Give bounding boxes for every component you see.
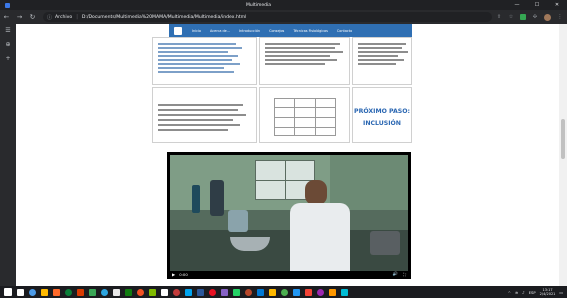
history-icon[interactable]: ⊕ [0, 38, 16, 52]
next-step-title: PRÓXIMO PASO: [354, 108, 410, 115]
address-bar[interactable]: ⓘ Archivo | D:/Documents/Multimedia%20MA… [43, 12, 492, 22]
video-player[interactable]: ▶ 0:00 🔊 ⛶ [167, 152, 411, 279]
taskbar-app-icon[interactable] [149, 288, 156, 296]
window-titlebar: Multimedia — ☐ ✕ [0, 0, 567, 10]
nav-link-introduccion[interactable]: Introducción [239, 29, 260, 33]
scheme-label: Archivo [55, 14, 73, 20]
nav-link-consejos[interactable]: Consejos [269, 29, 284, 33]
puzzle-icon[interactable]: ✣ [532, 14, 538, 20]
taskbar-app-icon[interactable] [317, 288, 324, 296]
taskbar-app-icon[interactable] [221, 288, 228, 296]
taskbar-app-icon[interactable] [281, 288, 288, 296]
browser-toolbar: ← → ↻ ⓘ Archivo | D:/Documents/Multimedi… [0, 10, 567, 24]
profile-avatar[interactable] [544, 13, 551, 21]
minimize-button[interactable]: — [507, 0, 527, 10]
slide-thumbnail[interactable] [352, 37, 412, 85]
next-step-subtitle: INCLUSIÓN [363, 120, 401, 127]
nav-link-inicio[interactable]: Inicio [192, 29, 201, 33]
nav-link-acerca[interactable]: Acerca de... [210, 29, 230, 33]
scheme-separator: | [76, 14, 78, 20]
taskbar-app-icon[interactable] [233, 288, 240, 296]
taskbar-app-icon[interactable] [29, 288, 36, 296]
extension-icon[interactable] [520, 14, 526, 20]
taskbar-app-icon[interactable] [257, 288, 264, 296]
taskbar-app-icon[interactable] [77, 288, 84, 296]
clock-date: 2/4/2021 [539, 292, 556, 296]
video-frame [170, 155, 408, 271]
video-controls: ▶ 0:00 🔊 ⛶ [167, 269, 411, 279]
slide-thumbnail[interactable] [152, 87, 257, 143]
tray-chevron-icon[interactable]: ^ [508, 290, 511, 295]
taskbar-app-icon[interactable] [305, 288, 312, 296]
taskbar: ^ ≋ ♪ ESP 13:17 2/4/2021 ▭ [0, 286, 567, 298]
forward-button[interactable]: → [13, 10, 26, 24]
slide-thumbnail[interactable] [152, 37, 257, 85]
taskbar-app-icon[interactable] [125, 288, 132, 296]
window-title: Multimedia [245, 2, 272, 8]
taskbar-app-icon[interactable] [341, 288, 348, 296]
info-icon[interactable]: ⓘ [47, 14, 52, 21]
taskbar-app-icon[interactable] [65, 288, 72, 296]
slide-thumbnail[interactable] [259, 87, 350, 143]
side-panel: ☰ ⊕ + [0, 24, 16, 286]
language-indicator[interactable]: ESP [529, 290, 536, 295]
slide-thumbnail[interactable] [259, 37, 350, 85]
wifi-icon[interactable]: ≋ [515, 290, 518, 295]
speaker-icon[interactable]: ♪ [522, 290, 524, 295]
taskbar-app-icon[interactable] [101, 288, 108, 296]
nav-link-tecnicas[interactable]: Técnicas Fisiológicas [293, 29, 328, 33]
fullscreen-icon[interactable]: ⛶ [403, 272, 406, 277]
taskbar-app-icon[interactable] [173, 288, 180, 296]
video-time: 0:00 [179, 271, 188, 277]
site-logo[interactable] [174, 26, 182, 35]
play-icon[interactable]: ▶ [172, 272, 175, 277]
taskbar-app-icon[interactable] [161, 288, 168, 296]
scrollbar-thumb[interactable] [561, 119, 565, 159]
maximize-button[interactable]: ☐ [527, 0, 547, 10]
taskbar-app-icon[interactable] [89, 288, 96, 296]
taskbar-app-icon[interactable] [113, 288, 120, 296]
taskbar-app-icon[interactable] [329, 288, 336, 296]
taskbar-app-icon[interactable] [17, 288, 24, 296]
back-button[interactable]: ← [0, 10, 13, 24]
add-icon[interactable]: + [0, 52, 16, 66]
reading-list-icon[interactable]: ☰ [0, 24, 16, 38]
taskbar-app-icon[interactable] [197, 288, 204, 296]
menu-icon[interactable]: ⋮ [557, 14, 563, 20]
nav-link-contacto[interactable]: Contacto [337, 29, 352, 33]
site-navbar: Inicio Acerca de... Introducción Consejo… [169, 24, 412, 37]
taskbar-app-icon[interactable] [137, 288, 144, 296]
taskbar-app-icon[interactable] [185, 288, 192, 296]
taskbar-app-icon[interactable] [41, 288, 48, 296]
taskbar-app-icon[interactable] [53, 288, 60, 296]
taskbar-app-icon[interactable] [209, 288, 216, 296]
close-button[interactable]: ✕ [547, 0, 567, 10]
page-scrollbar[interactable] [559, 24, 567, 286]
slide-next-step[interactable]: PRÓXIMO PASO: INCLUSIÓN [352, 87, 412, 143]
clock[interactable]: 13:17 2/4/2021 [540, 288, 556, 296]
volume-icon[interactable]: 🔊 [393, 271, 398, 277]
taskbar-app-icon[interactable] [269, 288, 276, 296]
reload-button[interactable]: ↻ [26, 10, 39, 24]
web-page: Inicio Acerca de... Introducción Consejo… [16, 24, 559, 286]
system-tray: ^ ≋ ♪ ESP 13:17 2/4/2021 ▭ [508, 288, 563, 296]
share-icon[interactable]: ⇪ [496, 14, 502, 20]
taskbar-app-icon[interactable] [293, 288, 300, 296]
start-icon[interactable] [4, 288, 12, 296]
taskbar-app-icon[interactable] [245, 288, 252, 296]
notification-icon[interactable]: ▭ [559, 290, 563, 295]
url-text[interactable]: D:/Documents/Multimedia%20MAMA/Multimedi… [82, 15, 247, 20]
bookmark-star-icon[interactable]: ☆ [508, 14, 514, 20]
